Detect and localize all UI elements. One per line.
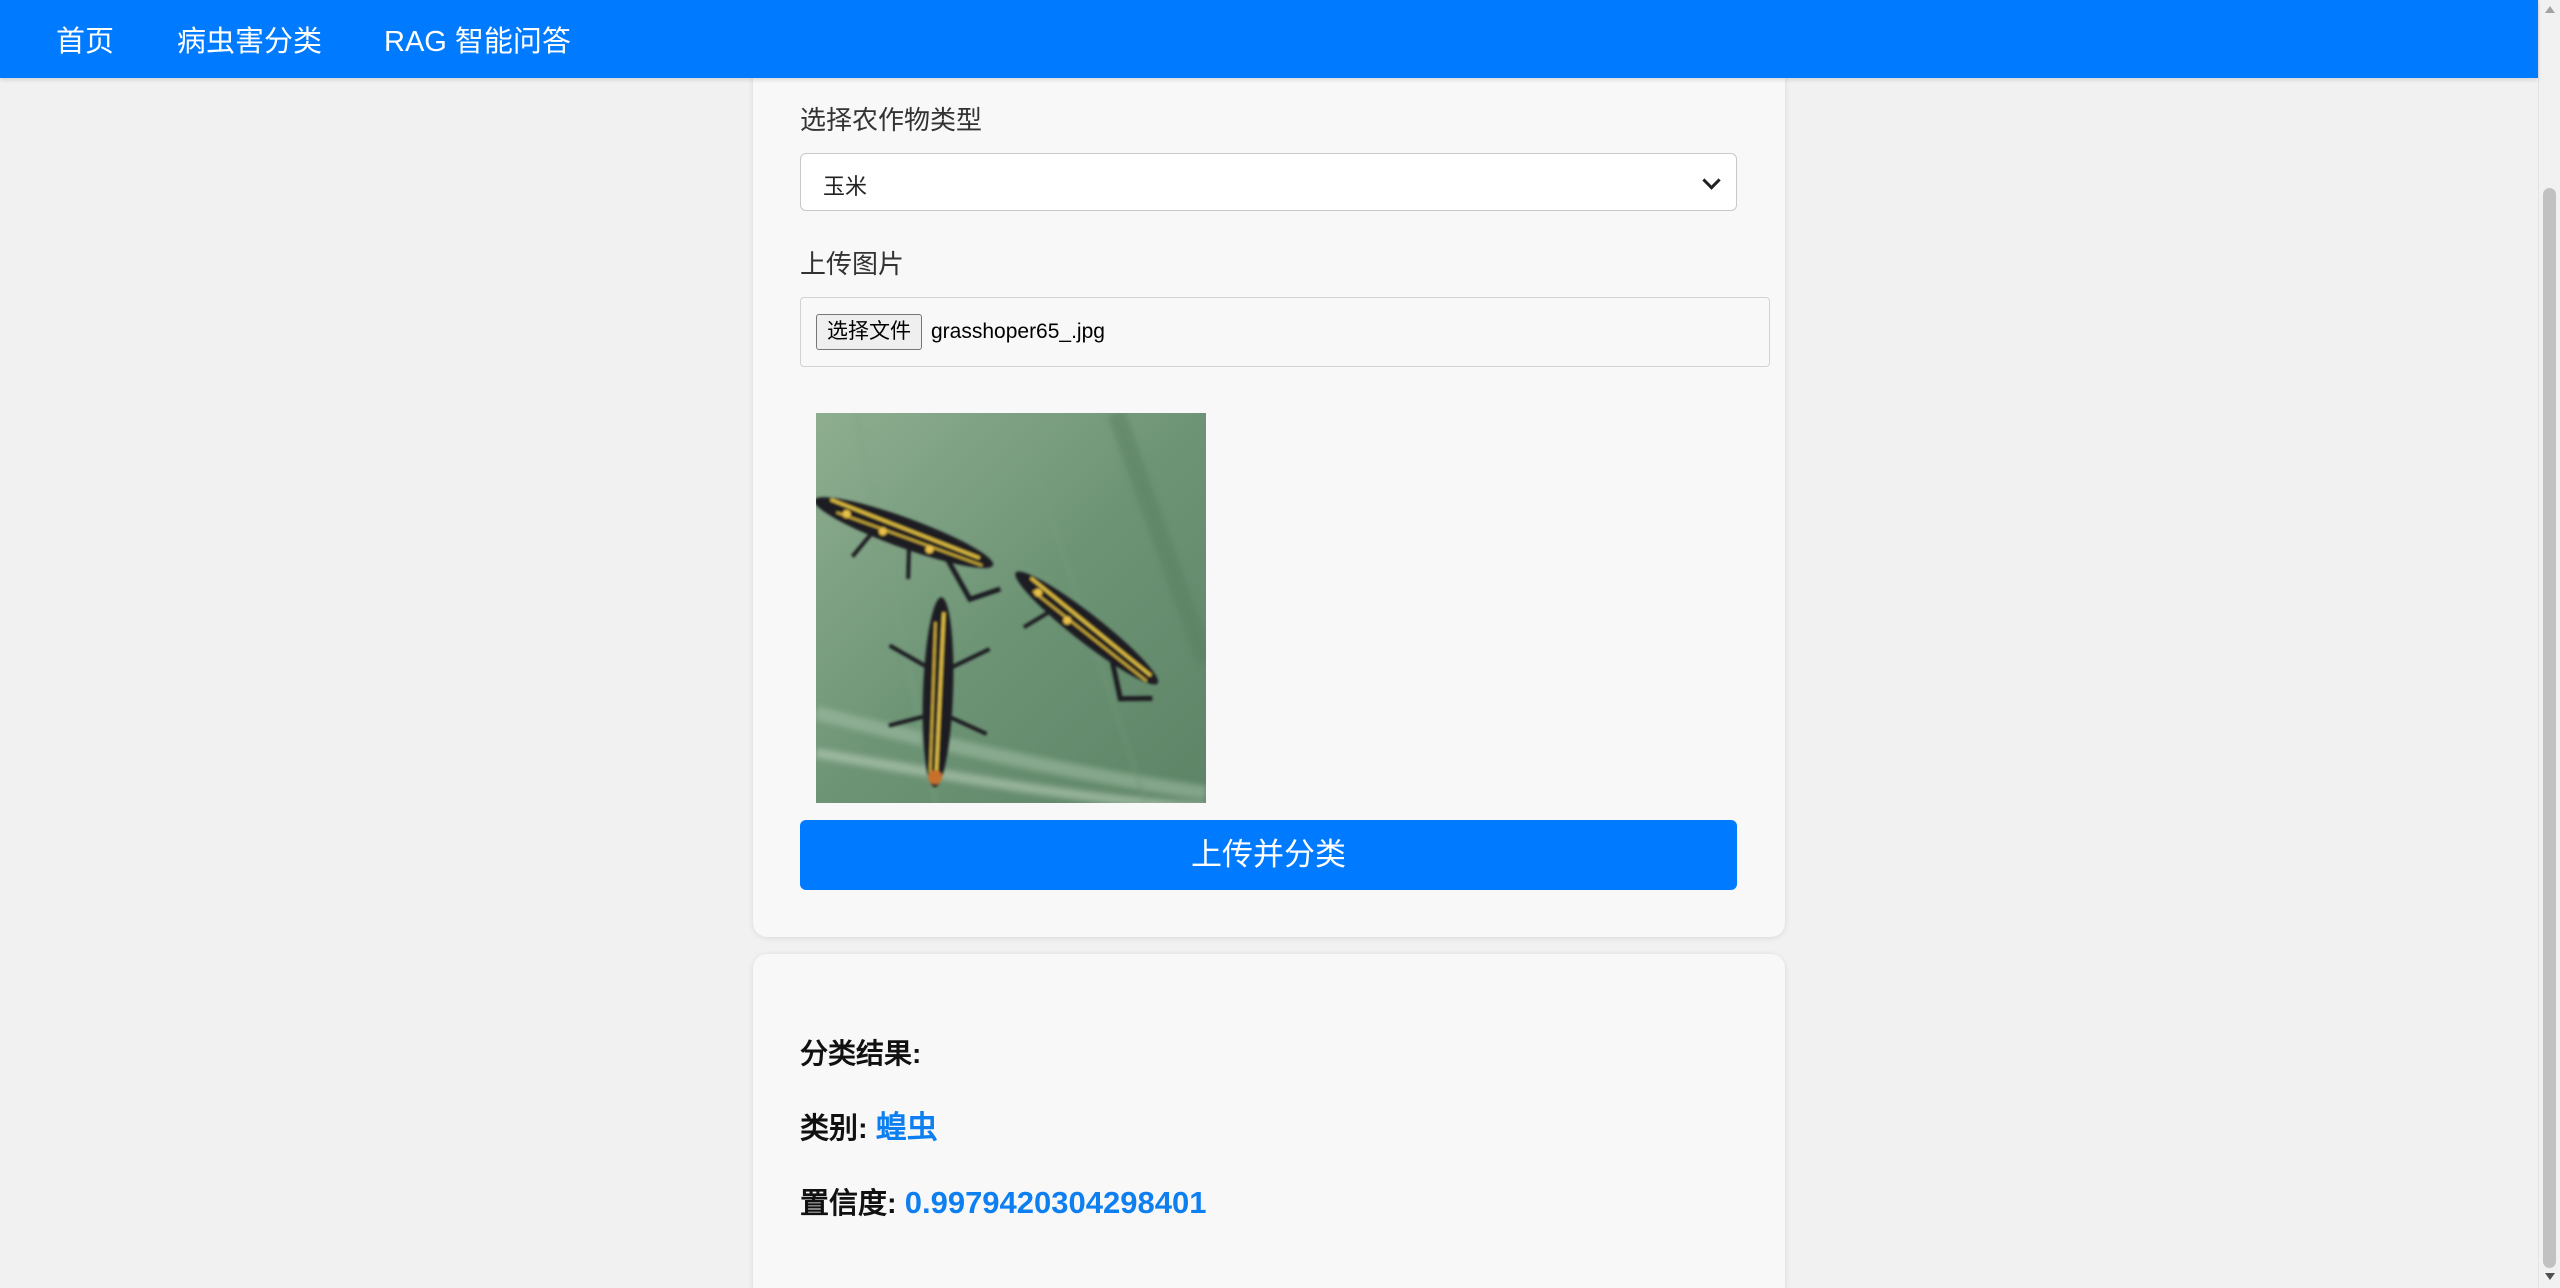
- result-confidence-row: 置信度: 0.9979420304298401: [800, 1180, 1206, 1222]
- page: 首页 病虫害分类 RAG 智能问答 选择农作物类型 玉米 上传图片 选择文件 g…: [0, 0, 2560, 1288]
- vertical-scrollbar[interactable]: [2538, 0, 2560, 1288]
- nav-home[interactable]: 首页: [56, 18, 114, 60]
- upload-image-label: 上传图片: [800, 249, 905, 279]
- top-navbar: 首页 病虫害分类 RAG 智能问答: [0, 0, 2538, 78]
- result-confidence-label: 置信度:: [800, 1188, 897, 1220]
- result-class-label: 类别:: [800, 1113, 868, 1145]
- result-card: 分类结果: 类别: 蝗虫 置信度: 0.9979420304298401: [753, 954, 1785, 1288]
- nav-rag-qa[interactable]: RAG 智能问答: [384, 18, 571, 60]
- scroll-up-arrow-icon[interactable]: [2545, 6, 2555, 13]
- crop-type-select[interactable]: 玉米: [800, 153, 1737, 211]
- file-input[interactable]: 选择文件 grasshoper65_.jpg: [800, 297, 1770, 367]
- crop-type-selected-value: 玉米: [823, 174, 868, 199]
- selected-file-name: grasshoper65_.jpg: [931, 320, 1105, 343]
- result-class-row: 类别: 蝗虫: [800, 1102, 938, 1147]
- scroll-down-arrow-icon[interactable]: [2545, 1273, 2555, 1280]
- grasshopper-photo: [816, 413, 1206, 803]
- upload-and-classify-button[interactable]: 上传并分类: [800, 820, 1737, 890]
- result-heading: 分类结果:: [800, 1038, 922, 1069]
- result-class-value: 蝗虫: [875, 1110, 938, 1145]
- nav-pest-classification[interactable]: 病虫害分类: [177, 18, 322, 60]
- chevron-down-icon: [1702, 171, 1721, 190]
- crop-type-label: 选择农作物类型: [800, 105, 983, 135]
- upload-card: 选择农作物类型 玉米 上传图片 选择文件 grasshoper65_.jpg 上…: [753, 40, 1785, 937]
- choose-file-button[interactable]: 选择文件: [816, 314, 922, 350]
- result-confidence-value: 0.9979420304298401: [904, 1185, 1207, 1220]
- scroll-thumb[interactable]: [2543, 188, 2556, 1268]
- image-preview: [816, 413, 1206, 803]
